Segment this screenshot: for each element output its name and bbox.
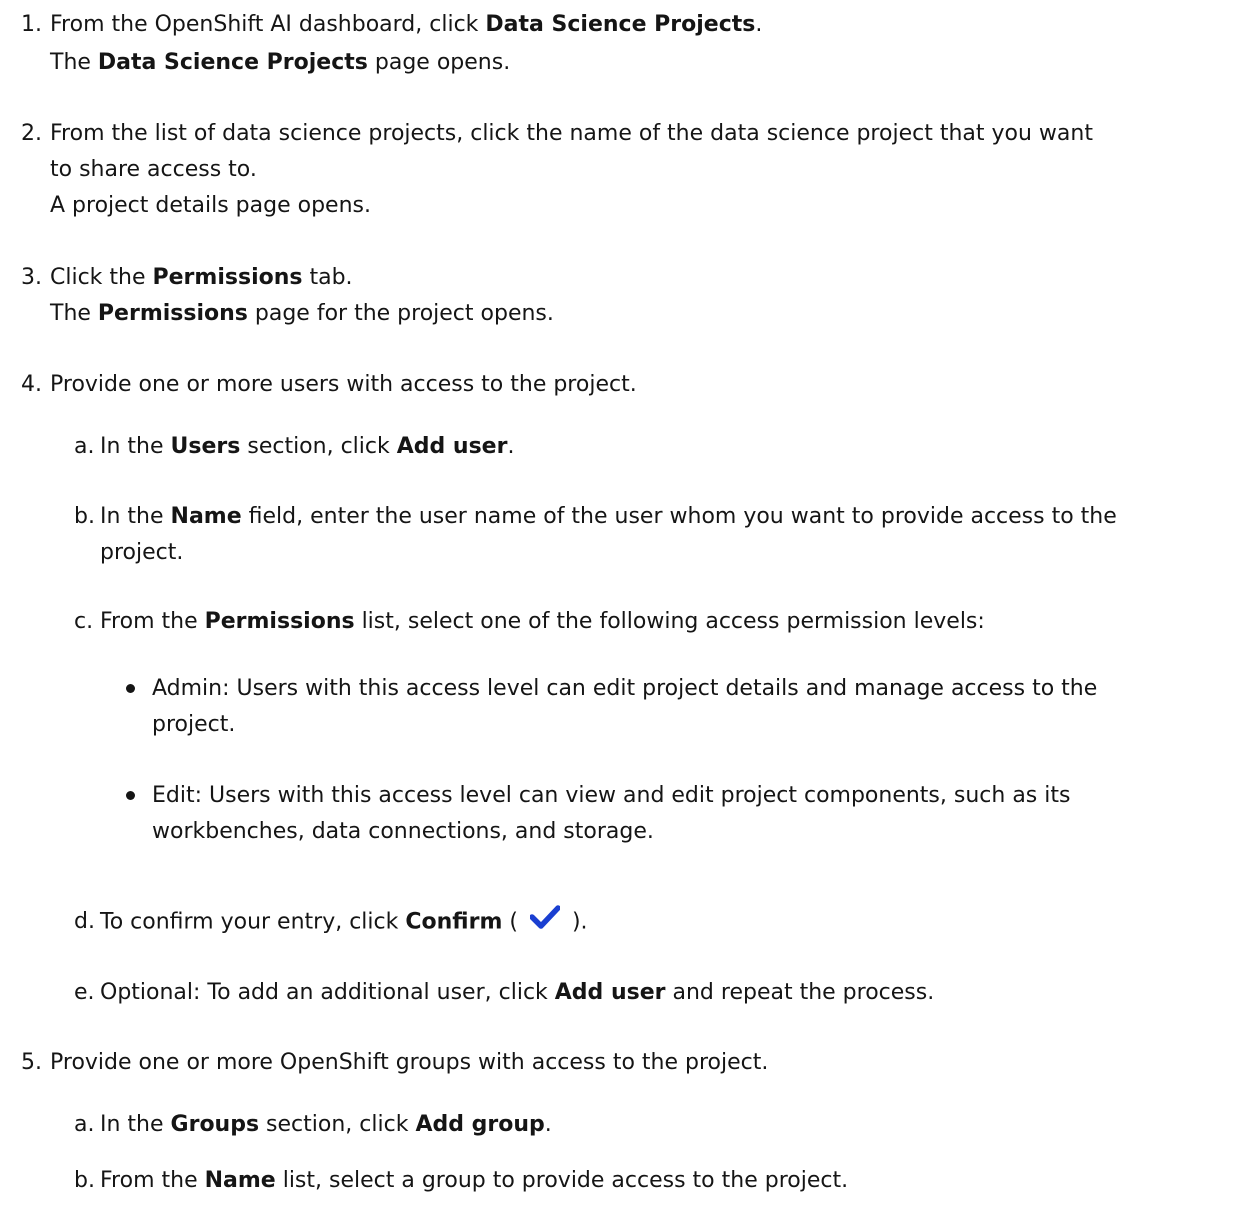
step-2-result: A project details page opens. — [50, 193, 371, 218]
substep-4c-label: c. — [74, 609, 94, 634]
substep-4b-label: b. — [74, 504, 95, 529]
substep-4b-text-cont: project. — [100, 540, 184, 565]
substep-4d-text: To confirm your entry, click Confirm (). — [100, 905, 588, 940]
step-2-text-cont: to share access to. — [50, 157, 257, 182]
step-1-text: From the OpenShift AI dashboard, click D… — [50, 12, 763, 37]
step-5-number: 5. — [21, 1050, 42, 1075]
step-3-number: 3. — [21, 265, 42, 290]
step-5-text: Provide one or more OpenShift groups wit… — [50, 1050, 769, 1075]
step-2-text: From the list of data science projects, … — [50, 121, 1093, 146]
substep-4a-text: In the Users section, click Add user. — [100, 434, 515, 459]
step-1-result: The Data Science Projects page opens. — [50, 50, 511, 75]
substep-5b-label: b. — [74, 1168, 95, 1193]
procedure-document: 1. From the OpenShift AI dashboard, clic… — [0, 0, 1233, 1210]
substep-5a-label: a. — [74, 1112, 95, 1137]
step-3-result: The Permissions page for the project ope… — [50, 301, 554, 326]
step-4-text: Provide one or more users with access to… — [50, 372, 637, 397]
substep-5b-text: From the Name list, select a group to pr… — [100, 1168, 849, 1193]
permission-edit-text-cont: workbenches, data connections, and stora… — [152, 819, 654, 844]
substep-4d-label: d. — [74, 909, 95, 934]
substep-4c-text: From the Permissions list, select one of… — [100, 609, 985, 634]
step-3-text: Click the Permissions tab. — [50, 265, 353, 290]
permission-admin-text: Admin: Users with this access level can … — [152, 676, 1098, 701]
substep-5a-text: In the Groups section, click Add group. — [100, 1112, 552, 1137]
substep-4a-label: a. — [74, 434, 95, 459]
substep-4b-text: In the Name field, enter the user name o… — [100, 504, 1117, 529]
data-science-projects-label: Data Science Projects — [485, 12, 756, 37]
step-2-number: 2. — [21, 121, 42, 146]
checkmark-icon — [529, 905, 561, 940]
substep-4e-label: e. — [74, 980, 95, 1005]
bullet-icon — [126, 791, 135, 800]
substep-4e-text: Optional: To add an additional user, cli… — [100, 980, 935, 1005]
permission-edit-text: Edit: Users with this access level can v… — [152, 783, 1071, 808]
permissions-tab-label: Permissions — [152, 265, 303, 290]
step-4-number: 4. — [21, 372, 42, 397]
step-1-number: 1. — [21, 12, 42, 37]
permission-admin-text-cont: project. — [152, 712, 236, 737]
bullet-icon — [126, 684, 135, 693]
